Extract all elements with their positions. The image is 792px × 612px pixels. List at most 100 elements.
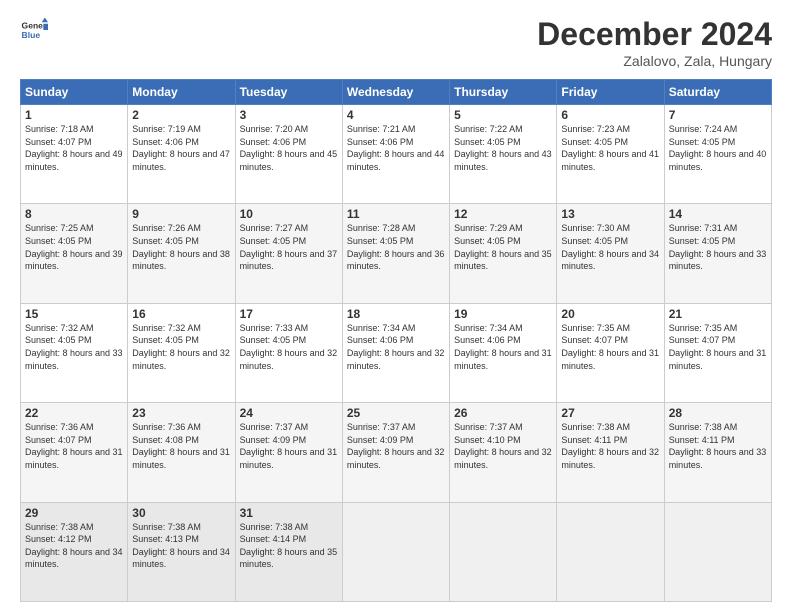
calendar-cell: 3 Sunrise: 7:20 AMSunset: 4:06 PMDaylight… bbox=[235, 105, 342, 204]
cell-info: Sunrise: 7:37 AMSunset: 4:09 PMDaylight:… bbox=[347, 422, 445, 470]
calendar-cell: 26 Sunrise: 7:37 AMSunset: 4:10 PMDayligh… bbox=[450, 403, 557, 502]
title-block: December 2024 Zalalovo, Zala, Hungary bbox=[537, 16, 772, 69]
weekday-header: Thursday bbox=[450, 80, 557, 105]
day-number: 5 bbox=[454, 108, 552, 122]
day-number: 24 bbox=[240, 406, 338, 420]
cell-info: Sunrise: 7:38 AMSunset: 4:13 PMDaylight:… bbox=[132, 522, 230, 570]
weekday-header: Monday bbox=[128, 80, 235, 105]
cell-info: Sunrise: 7:37 AMSunset: 4:10 PMDaylight:… bbox=[454, 422, 552, 470]
calendar-cell bbox=[450, 502, 557, 601]
calendar-cell: 30Sunrise: 7:38 AMSunset: 4:13 PMDayligh… bbox=[128, 502, 235, 601]
month-title: December 2024 bbox=[537, 16, 772, 53]
day-number: 10 bbox=[240, 207, 338, 221]
calendar-cell: 23Sunrise: 7:36 AMSunset: 4:08 PMDayligh… bbox=[128, 403, 235, 502]
day-number: 19 bbox=[454, 307, 552, 321]
logo: General Blue bbox=[20, 16, 48, 44]
cell-info: Sunrise: 7:21 AMSunset: 4:06 PMDaylight:… bbox=[347, 124, 445, 172]
calendar-cell: 8Sunrise: 7:25 AMSunset: 4:05 PMDaylight… bbox=[21, 204, 128, 303]
calendar-cell: 1 Sunrise: 7:18 AMSunset: 4:07 PMDaylight… bbox=[21, 105, 128, 204]
calendar-cell: 29 Sunrise: 7:38 AMSunset: 4:12 PMDayligh… bbox=[21, 502, 128, 601]
calendar-cell: 5 Sunrise: 7:22 AMSunset: 4:05 PMDaylight… bbox=[450, 105, 557, 204]
calendar-cell: 22Sunrise: 7:36 AMSunset: 4:07 PMDayligh… bbox=[21, 403, 128, 502]
calendar-cell: 31 Sunrise: 7:38 AMSunset: 4:14 PMDayligh… bbox=[235, 502, 342, 601]
cell-info: Sunrise: 7:22 AMSunset: 4:05 PMDaylight:… bbox=[454, 124, 552, 172]
cell-info: Sunrise: 7:23 AMSunset: 4:05 PMDaylight:… bbox=[561, 124, 659, 172]
day-number: 13 bbox=[561, 207, 659, 221]
calendar-cell: 19 Sunrise: 7:34 AMSunset: 4:06 PMDayligh… bbox=[450, 303, 557, 402]
calendar-cell bbox=[342, 502, 449, 601]
calendar-cell: 12 Sunrise: 7:29 AMSunset: 4:05 PMDayligh… bbox=[450, 204, 557, 303]
calendar-cell: 13 Sunrise: 7:30 AMSunset: 4:05 PMDayligh… bbox=[557, 204, 664, 303]
calendar-cell: 17 Sunrise: 7:33 AMSunset: 4:05 PMDayligh… bbox=[235, 303, 342, 402]
calendar-cell: 24 Sunrise: 7:37 AMSunset: 4:09 PMDayligh… bbox=[235, 403, 342, 502]
day-number: 2 bbox=[132, 108, 230, 122]
day-number: 15 bbox=[25, 307, 123, 321]
day-number: 27 bbox=[561, 406, 659, 420]
weekday-header: Tuesday bbox=[235, 80, 342, 105]
day-number: 22 bbox=[25, 406, 123, 420]
cell-info: Sunrise: 7:33 AMSunset: 4:05 PMDaylight:… bbox=[240, 323, 338, 371]
cell-info: Sunrise: 7:19 AMSunset: 4:06 PMDaylight:… bbox=[132, 124, 230, 172]
calendar-cell: 10Sunrise: 7:27 AMSunset: 4:05 PMDayligh… bbox=[235, 204, 342, 303]
cell-info: Sunrise: 7:30 AMSunset: 4:05 PMDaylight:… bbox=[561, 223, 659, 271]
day-number: 29 bbox=[25, 506, 123, 520]
day-number: 31 bbox=[240, 506, 338, 520]
day-number: 6 bbox=[561, 108, 659, 122]
calendar-cell bbox=[557, 502, 664, 601]
day-number: 1 bbox=[25, 108, 123, 122]
calendar-cell: 20 Sunrise: 7:35 AMSunset: 4:07 PMDayligh… bbox=[557, 303, 664, 402]
day-number: 11 bbox=[347, 207, 445, 221]
cell-info: Sunrise: 7:34 AMSunset: 4:06 PMDaylight:… bbox=[454, 323, 552, 371]
calendar-cell: 6 Sunrise: 7:23 AMSunset: 4:05 PMDaylight… bbox=[557, 105, 664, 204]
day-number: 17 bbox=[240, 307, 338, 321]
weekday-header: Sunday bbox=[21, 80, 128, 105]
cell-info: Sunrise: 7:38 AMSunset: 4:11 PMDaylight:… bbox=[561, 422, 659, 470]
day-number: 18 bbox=[347, 307, 445, 321]
cell-info: Sunrise: 7:38 AMSunset: 4:14 PMDaylight:… bbox=[240, 522, 338, 570]
logo-icon: General Blue bbox=[20, 16, 48, 44]
day-number: 20 bbox=[561, 307, 659, 321]
cell-info: Sunrise: 7:36 AMSunset: 4:08 PMDaylight:… bbox=[132, 422, 230, 470]
cell-info: Sunrise: 7:32 AMSunset: 4:05 PMDaylight:… bbox=[25, 323, 123, 371]
cell-info: Sunrise: 7:32 AMSunset: 4:05 PMDaylight:… bbox=[132, 323, 230, 371]
calendar-cell: 18Sunrise: 7:34 AMSunset: 4:06 PMDayligh… bbox=[342, 303, 449, 402]
calendar-cell: 28 Sunrise: 7:38 AMSunset: 4:11 PMDayligh… bbox=[664, 403, 771, 502]
day-number: 26 bbox=[454, 406, 552, 420]
day-number: 14 bbox=[669, 207, 767, 221]
cell-info: Sunrise: 7:18 AMSunset: 4:07 PMDaylight:… bbox=[25, 124, 123, 172]
day-number: 8 bbox=[25, 207, 123, 221]
calendar-cell: 25Sunrise: 7:37 AMSunset: 4:09 PMDayligh… bbox=[342, 403, 449, 502]
calendar-cell: 4 Sunrise: 7:21 AMSunset: 4:06 PMDaylight… bbox=[342, 105, 449, 204]
cell-info: Sunrise: 7:38 AMSunset: 4:11 PMDaylight:… bbox=[669, 422, 767, 470]
day-number: 9 bbox=[132, 207, 230, 221]
cell-info: Sunrise: 7:24 AMSunset: 4:05 PMDaylight:… bbox=[669, 124, 767, 172]
weekday-header: Wednesday bbox=[342, 80, 449, 105]
calendar-cell: 9Sunrise: 7:26 AMSunset: 4:05 PMDaylight… bbox=[128, 204, 235, 303]
page-header: General Blue December 2024 Zalalovo, Zal… bbox=[20, 16, 772, 69]
day-number: 12 bbox=[454, 207, 552, 221]
day-number: 3 bbox=[240, 108, 338, 122]
calendar-cell: 2 Sunrise: 7:19 AMSunset: 4:06 PMDaylight… bbox=[128, 105, 235, 204]
svg-text:Blue: Blue bbox=[22, 30, 41, 40]
cell-info: Sunrise: 7:20 AMSunset: 4:06 PMDaylight:… bbox=[240, 124, 338, 172]
calendar-cell: 16Sunrise: 7:32 AMSunset: 4:05 PMDayligh… bbox=[128, 303, 235, 402]
calendar-cell: 7 Sunrise: 7:24 AMSunset: 4:05 PMDaylight… bbox=[664, 105, 771, 204]
calendar-cell: 14 Sunrise: 7:31 AMSunset: 4:05 PMDayligh… bbox=[664, 204, 771, 303]
cell-info: Sunrise: 7:37 AMSunset: 4:09 PMDaylight:… bbox=[240, 422, 338, 470]
day-number: 4 bbox=[347, 108, 445, 122]
cell-info: Sunrise: 7:29 AMSunset: 4:05 PMDaylight:… bbox=[454, 223, 552, 271]
cell-info: Sunrise: 7:35 AMSunset: 4:07 PMDaylight:… bbox=[561, 323, 659, 371]
day-number: 7 bbox=[669, 108, 767, 122]
day-number: 28 bbox=[669, 406, 767, 420]
cell-info: Sunrise: 7:38 AMSunset: 4:12 PMDaylight:… bbox=[25, 522, 123, 570]
calendar-cell: 21 Sunrise: 7:35 AMSunset: 4:07 PMDayligh… bbox=[664, 303, 771, 402]
calendar-table: SundayMondayTuesdayWednesdayThursdayFrid… bbox=[20, 79, 772, 602]
cell-info: Sunrise: 7:28 AMSunset: 4:05 PMDaylight:… bbox=[347, 223, 445, 271]
weekday-header: Friday bbox=[557, 80, 664, 105]
day-number: 21 bbox=[669, 307, 767, 321]
calendar-cell: 27 Sunrise: 7:38 AMSunset: 4:11 PMDayligh… bbox=[557, 403, 664, 502]
cell-info: Sunrise: 7:31 AMSunset: 4:05 PMDaylight:… bbox=[669, 223, 767, 271]
weekday-header: Saturday bbox=[664, 80, 771, 105]
cell-info: Sunrise: 7:35 AMSunset: 4:07 PMDaylight:… bbox=[669, 323, 767, 371]
location-title: Zalalovo, Zala, Hungary bbox=[537, 53, 772, 69]
